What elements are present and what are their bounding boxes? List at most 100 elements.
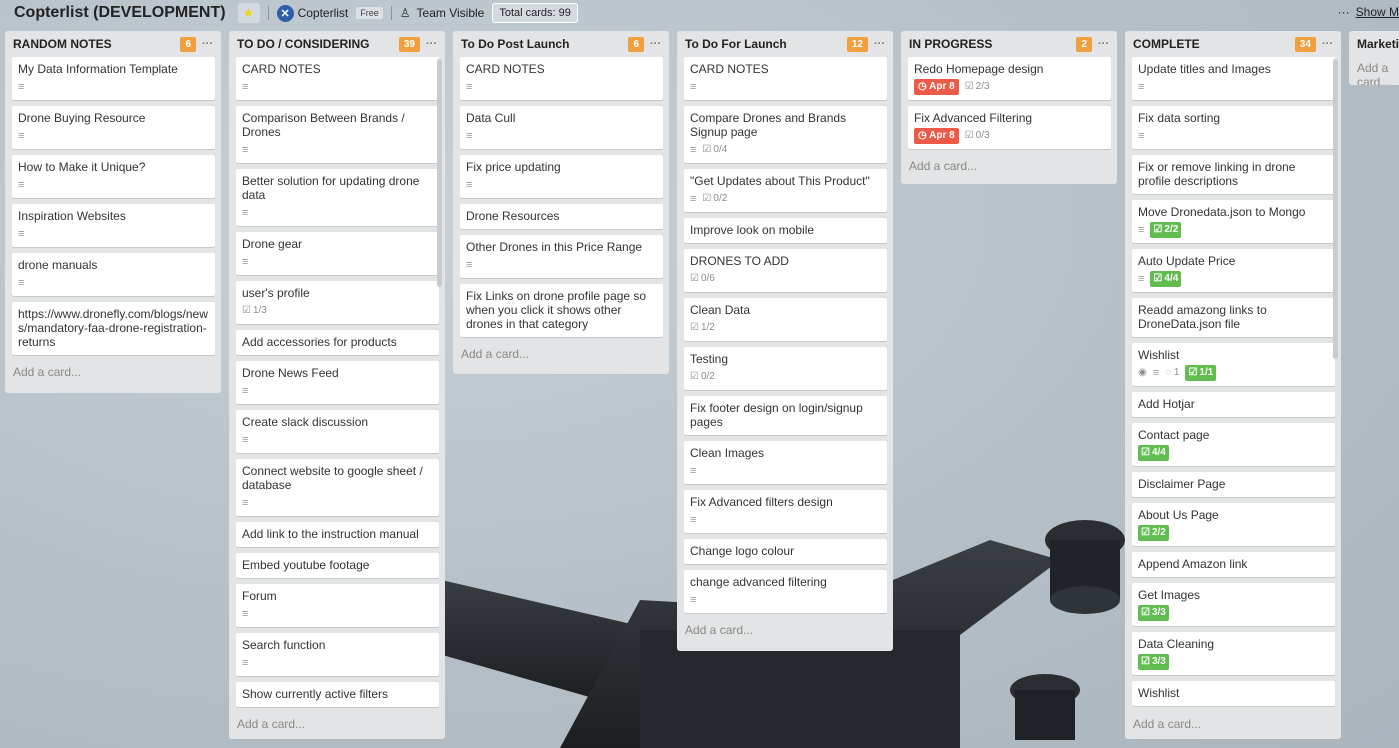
list-menu-icon[interactable]: ··· — [1322, 38, 1333, 50]
card-badges: ≡ — [242, 384, 433, 398]
card[interactable]: Fix Advanced filters design ≡ — [684, 490, 887, 533]
add-card-button[interactable]: Add a card... — [677, 619, 893, 645]
card[interactable]: Fix data sorting ≡ — [1132, 106, 1335, 149]
checklist-count: 1/1 — [1199, 367, 1214, 378]
description-icon: ≡ — [466, 80, 473, 93]
card[interactable]: Fix or remove linking in drone profile d… — [1132, 155, 1335, 194]
list-scrollbar[interactable] — [1333, 59, 1338, 359]
list-menu-icon[interactable]: ··· — [874, 38, 885, 50]
card[interactable]: Fix price updating ≡ — [460, 155, 663, 198]
card[interactable]: Better solution for updating drone data ≡ — [236, 169, 439, 226]
card[interactable]: Add link to the instruction manual — [236, 522, 439, 547]
card[interactable]: Embed youtube footage — [236, 553, 439, 578]
card[interactable]: https://www.dronefly.com/blogs/news/mand… — [12, 302, 215, 355]
card[interactable]: Readd amazong links to DroneData.json fi… — [1132, 298, 1335, 337]
card[interactable]: Data Cleaning ☑ 3/3 — [1132, 632, 1335, 675]
list-menu-icon[interactable]: ··· — [426, 38, 437, 50]
card[interactable]: DRONES TO ADD ☑ 0/6 — [684, 249, 887, 292]
list-title[interactable]: Marketing — [1357, 37, 1399, 51]
description-icon: ≡ — [18, 227, 25, 240]
card[interactable]: Drone gear ≡ — [236, 232, 439, 275]
list-title[interactable]: To Do For Launch — [685, 37, 847, 51]
card[interactable]: Redo Homepage design ◷ Apr 8 ☑ 2/3 — [908, 57, 1111, 100]
card[interactable]: Compare Drones and Brands Signup page ≡ ☑ 0… — [684, 106, 887, 163]
board-title[interactable]: Copterlist (DEVELOPMENT) — [10, 2, 230, 24]
add-card-button[interactable]: Add a card... — [1349, 57, 1399, 85]
card[interactable]: Drone News Feed ≡ — [236, 361, 439, 404]
card[interactable]: Drone Buying Resource ≡ — [12, 106, 215, 149]
card[interactable]: drone manuals ≡ — [12, 253, 215, 296]
card[interactable]: Data Cull ≡ — [460, 106, 663, 149]
list-menu-icon[interactable]: ··· — [650, 38, 661, 50]
list-menu-icon[interactable]: ··· — [202, 38, 213, 50]
description-icon: ≡ — [466, 178, 473, 191]
visibility-button[interactable]: ♙ Team Visible — [400, 6, 485, 20]
card[interactable]: Drone Resources — [460, 204, 663, 229]
card[interactable]: Fix footer design on login/signup pages — [684, 396, 887, 435]
card[interactable]: Get Images ☑ 3/3 — [1132, 583, 1335, 626]
add-card-button[interactable]: Add a card... — [229, 711, 445, 739]
card[interactable]: CARD NOTES ≡ — [236, 57, 439, 100]
card-badges: ≡ — [466, 80, 657, 94]
card[interactable]: About Us Page ☑ 2/2 — [1132, 503, 1335, 546]
add-card-button[interactable]: Add a card... — [453, 343, 669, 369]
comment-icon: ◌ — [1165, 367, 1174, 378]
card-title: Wishlist — [1138, 348, 1180, 362]
card[interactable]: Wishlist ◉ ≡ ◌ 1 ☑ 1/1 — [1132, 343, 1335, 386]
card[interactable]: Fix Links on drone profile page so when … — [460, 284, 663, 337]
card[interactable]: Append Amazon link — [1132, 552, 1335, 577]
checklist-badge: ☑ 1/1 — [1185, 365, 1217, 381]
card[interactable]: Comparison Between Brands / Drones ≡ — [236, 106, 439, 163]
list-title[interactable]: IN PROGRESS — [909, 37, 1076, 51]
card[interactable]: Wishlist — [1132, 681, 1335, 706]
list-menu-icon[interactable]: ··· — [1098, 38, 1109, 50]
list-title[interactable]: TO DO / CONSIDERING — [237, 37, 399, 51]
card[interactable]: Other Drones in this Price Range ≡ — [460, 235, 663, 278]
add-card-button[interactable]: Add a card... — [5, 361, 221, 387]
card[interactable]: Clean Data ☑ 1/2 — [684, 298, 887, 341]
list-title[interactable]: To Do Post Launch — [461, 37, 628, 51]
card[interactable]: "Get Updates about This Product" ≡ ☑ 0/2 — [684, 169, 887, 212]
card[interactable]: Clean Images ≡ — [684, 441, 887, 484]
checklist-count: 0/6 — [700, 273, 715, 284]
list-title[interactable]: COMPLETE — [1133, 37, 1295, 51]
list-scrollbar[interactable] — [437, 59, 442, 287]
card[interactable]: Inspiration Websites ≡ — [12, 204, 215, 247]
card[interactable]: Show currently active filters — [236, 682, 439, 707]
card[interactable]: user's profile ☑ 1/3 — [236, 281, 439, 324]
add-card-button[interactable]: Add a card... — [1125, 711, 1341, 739]
team-logo-icon: ✕ — [276, 4, 294, 22]
card[interactable]: Search function ≡ — [236, 633, 439, 676]
card-badges: ◉ ≡ ◌ 1 ☑ 1/1 — [1138, 365, 1329, 381]
card[interactable]: Disclaimer Page — [1132, 472, 1335, 497]
card[interactable]: Move Dronedata.json to Mongo ≡ ☑ 2/2 — [1132, 200, 1335, 243]
card[interactable]: Improve look on mobile — [684, 218, 887, 243]
card[interactable]: Auto Update Price ≡ ☑ 4/4 — [1132, 249, 1335, 292]
card[interactable]: change advanced filtering ≡ — [684, 570, 887, 613]
card[interactable]: CARD NOTES ≡ — [460, 57, 663, 100]
card-title: Add link to the instruction manual — [242, 527, 419, 541]
card[interactable]: Update titles and Images ≡ — [1132, 57, 1335, 100]
card[interactable]: How to Make it Unique? ≡ — [12, 155, 215, 198]
card-count-badge: 6 — [180, 36, 196, 52]
team-button[interactable]: ✕ Copterlist Free — [276, 4, 383, 22]
card[interactable]: Change logo colour — [684, 539, 887, 564]
card-title: Append Amazon link — [1138, 557, 1248, 571]
card-list: Redo Homepage design ◷ Apr 8 ☑ 2/3 Fix Advan… — [901, 57, 1117, 149]
card[interactable]: Add accessories for products — [236, 330, 439, 355]
card[interactable]: Fix Advanced Filtering ◷ Apr 8 ☑ 0/3 — [908, 106, 1111, 149]
card[interactable]: CARD NOTES ≡ — [684, 57, 887, 100]
star-icon[interactable]: ★ — [237, 3, 260, 23]
list-title[interactable]: RANDOM NOTES — [13, 37, 180, 51]
card[interactable]: Forum ≡ — [236, 584, 439, 627]
card[interactable]: My Data Information Template ≡ — [12, 57, 215, 100]
card-badges: ≡ — [18, 80, 209, 94]
card[interactable]: Testing ☑ 0/2 — [684, 347, 887, 390]
description-icon: ≡ — [242, 255, 249, 268]
card[interactable]: Contact page ☑ 4/4 — [1132, 423, 1335, 466]
add-card-button[interactable]: Add a card... — [901, 155, 1117, 181]
card[interactable]: Add Hotjar — [1132, 392, 1335, 417]
card[interactable]: Create slack discussion ≡ — [236, 410, 439, 453]
card[interactable]: Connect website to google sheet / databa… — [236, 459, 439, 516]
show-menu-button[interactable]: ··· Show M — [1338, 5, 1399, 19]
